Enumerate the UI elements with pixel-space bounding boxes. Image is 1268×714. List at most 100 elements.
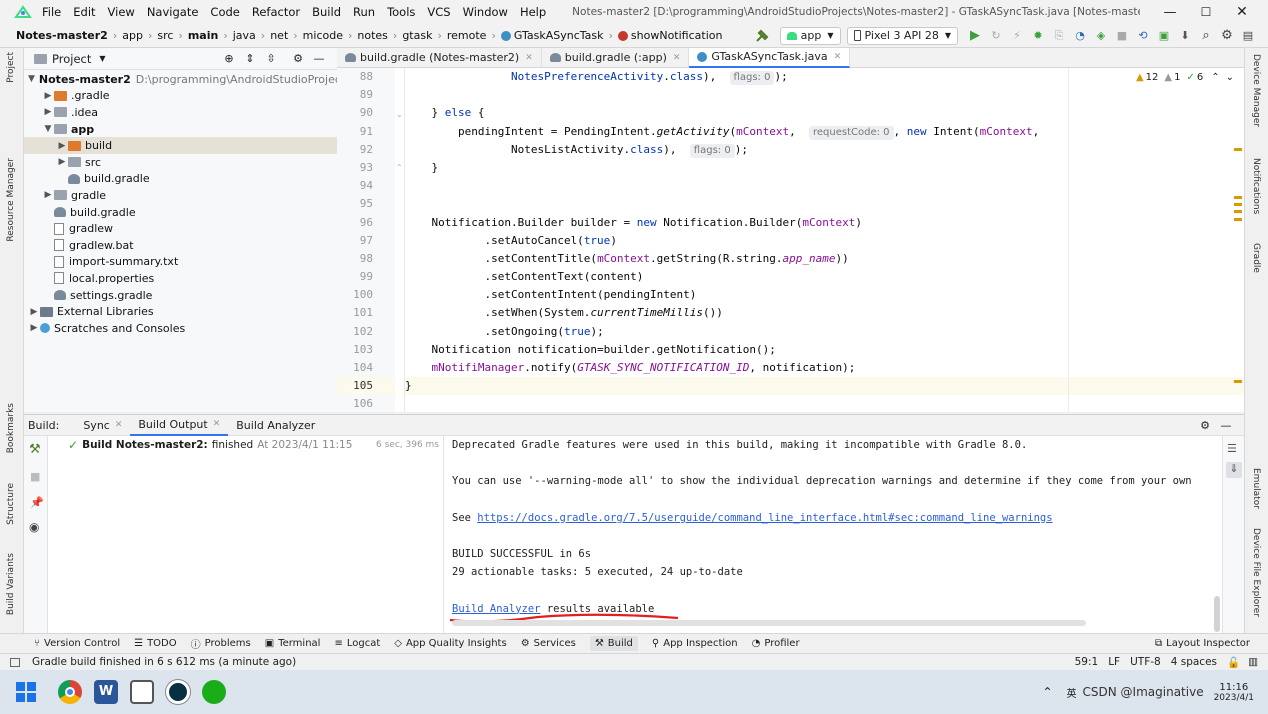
close-icon[interactable]: ✕ (1224, 4, 1260, 20)
android-studio-taskbar-icon[interactable] (166, 680, 190, 704)
menu-item-window[interactable]: Window (463, 5, 508, 19)
close-tab-icon[interactable]: ✕ (115, 420, 123, 430)
tree-item[interactable]: local.properties (24, 270, 337, 287)
device-file-explorer-tool-button[interactable]: Device File Explorer (1251, 528, 1261, 617)
breadcrumb-item[interactable]: java (233, 29, 256, 42)
hammer-icon[interactable] (753, 27, 771, 45)
breadcrumb-item[interactable]: showNotification (631, 29, 723, 42)
tree-item[interactable]: ▶ build (24, 137, 337, 154)
sdk-manager-icon[interactable]: ⬇ (1176, 27, 1194, 45)
build-tab[interactable]: Sync ✕ (75, 414, 130, 436)
inspection-widget[interactable]: ▲ 12 ▲ 1 ✓ 6 ⌃ ⌄ (1136, 72, 1234, 83)
code-editor[interactable]: ▲ 12 ▲ 1 ✓ 6 ⌃ ⌄ NotesPreferenceActivity… (405, 68, 1244, 412)
menu-item-vcs[interactable]: VCS (427, 5, 450, 19)
clock[interactable]: 11:16 2023/4/1 (1214, 682, 1254, 703)
tree-item[interactable]: ▶ .idea (24, 104, 337, 121)
chevron-up-icon[interactable]: ⌃ (1211, 72, 1219, 83)
device-manager-icon[interactable]: ▣ (1155, 27, 1173, 45)
gear-icon[interactable]: ⚙ (1218, 27, 1236, 45)
breadcrumb-item[interactable]: src (157, 29, 173, 42)
run-icon[interactable]: ▶ (966, 27, 984, 45)
build-tree-item[interactable]: ✓ Build Notes-master2: finished At 2023/… (48, 436, 443, 454)
gradle-tool-button[interactable]: Gradle (1251, 243, 1261, 273)
breadcrumb-item[interactable]: micode (303, 29, 343, 42)
scroll-to-end-icon[interactable]: ⇓ (1226, 462, 1242, 478)
project-tool-button[interactable]: Project (6, 52, 16, 83)
tree-item[interactable]: import-summary.txt (24, 254, 337, 271)
project-view-title[interactable]: Project (52, 52, 91, 66)
bottom-tool-terminal[interactable]: ▣ Terminal (265, 638, 321, 649)
coverage-icon[interactable]: ◈ (1092, 27, 1110, 45)
debug-icon[interactable]: ✹ (1029, 27, 1047, 45)
bottom-tool-todo[interactable]: ☰ TODO (134, 638, 177, 649)
maximize-icon[interactable]: ☐ (1188, 5, 1224, 19)
chevron-up-icon[interactable]: ⌃ (1042, 685, 1052, 699)
minimize-icon[interactable]: — (1152, 5, 1188, 20)
breadcrumb-item[interactable]: remote (447, 29, 487, 42)
chevron-right-icon[interactable]: ▶ (42, 91, 54, 101)
structure-tool-button[interactable]: Structure (6, 483, 16, 525)
tree-item[interactable]: ▶ .gradle (24, 88, 337, 105)
word-icon[interactable]: W (94, 680, 118, 704)
tree-item[interactable]: gradlew (24, 220, 337, 237)
device-select[interactable]: Pixel 3 API 28 ▼ (846, 26, 958, 45)
editor-scrollbar[interactable] (1234, 68, 1244, 412)
bottom-tool-profiler[interactable]: ◔ Profiler (752, 638, 800, 649)
stop-icon[interactable]: ■ (1113, 27, 1131, 45)
breadcrumb-item[interactable]: main (188, 29, 219, 42)
chevron-down-icon[interactable]: ▼ (42, 124, 54, 134)
profile-icon[interactable]: ◔ (1071, 27, 1089, 45)
bottom-tool-problems[interactable]: ⓘ Problems (191, 636, 251, 651)
search-icon[interactable]: ⌕ (1197, 27, 1215, 45)
gear-icon[interactable]: ⚙ (289, 50, 307, 68)
chevron-right-icon[interactable]: ▶ (28, 307, 40, 317)
sync-gradle-icon[interactable]: ⟲ (1134, 27, 1152, 45)
line-separator[interactable]: LF (1108, 656, 1120, 668)
tree-root[interactable]: ▼ Notes-master2 D:\programming\AndroidSt… (24, 71, 355, 88)
input-language[interactable]: 英 (1067, 685, 1077, 700)
docs-link[interactable]: https://docs.gradle.org/7.5/userguide/co… (477, 512, 1052, 524)
windows-start-icon[interactable] (16, 682, 36, 702)
bottom-tool-app-quality-insights[interactable]: ◇ App Quality Insights (394, 638, 506, 649)
indent-setting[interactable]: 4 spaces (1171, 656, 1217, 668)
menu-item-tools[interactable]: Tools (387, 5, 415, 19)
tree-item[interactable]: ▶ Scratches and Consoles (24, 320, 337, 337)
breadcrumb-item[interactable]: net (270, 29, 288, 42)
breadcrumb-item[interactable]: Notes-master2 (16, 29, 108, 42)
run-config-select[interactable]: app ▼ (779, 26, 841, 45)
tree-item[interactable]: ▶ External Libraries (24, 303, 337, 320)
chevron-right-icon[interactable]: ▶ (56, 157, 68, 167)
caret-position[interactable]: 59:1 (1075, 656, 1099, 668)
breadcrumb-item[interactable]: GTaskASyncTask (514, 29, 604, 42)
tree-item[interactable]: build.gradle (24, 171, 337, 188)
emulator-tool-button[interactable]: Emulator (1251, 468, 1261, 509)
bottom-tool-logcat[interactable]: ≡ Logcat (334, 638, 380, 649)
build-variants-tool-button[interactable]: Build Variants (6, 553, 16, 615)
build-tab[interactable]: Build Analyzer (228, 414, 323, 436)
notifications-tool-button[interactable]: Notifications (1251, 158, 1261, 214)
horizontal-scrollbar[interactable] (452, 620, 1086, 626)
breadcrumb-item[interactable]: app (122, 29, 143, 42)
eye-icon[interactable]: ◉ (29, 520, 39, 534)
gear-icon[interactable]: ⚙ (1196, 416, 1214, 434)
menu-item-code[interactable]: Code (210, 5, 239, 19)
editor-tab[interactable]: build.gradle (Notes-master2) ✕ (337, 47, 542, 68)
attach-debugger-icon[interactable]: ⎘ (1050, 27, 1068, 45)
resource-manager-tool-button[interactable]: Resource Manager (6, 158, 16, 242)
bookmarks-tool-button[interactable]: Bookmarks (6, 403, 16, 453)
breadcrumb-item[interactable]: gtask (402, 29, 432, 42)
menu-item-file[interactable]: File (42, 5, 61, 19)
chevron-down-icon[interactable]: ▼ (99, 54, 105, 63)
lock-icon[interactable]: 🔓 (1227, 656, 1240, 669)
editor-tab[interactable]: build.gradle (:app) ✕ (542, 47, 690, 68)
tree-item[interactable]: build.gradle (24, 204, 337, 221)
menu-item-view[interactable]: View (108, 5, 135, 19)
menu-item-navigate[interactable]: Navigate (147, 5, 199, 19)
menu-item-run[interactable]: Run (353, 5, 375, 19)
menu-item-edit[interactable]: Edit (73, 5, 95, 19)
build-output[interactable]: Deprecated Gradle features were used in … (444, 436, 1222, 633)
wechat-icon[interactable] (202, 680, 226, 704)
tree-item[interactable]: gradlew.bat (24, 237, 337, 254)
layout-inspector-button[interactable]: ⧉ Layout Inspector (1155, 638, 1250, 649)
select-opened-file-icon[interactable]: ⊕ (220, 50, 238, 68)
